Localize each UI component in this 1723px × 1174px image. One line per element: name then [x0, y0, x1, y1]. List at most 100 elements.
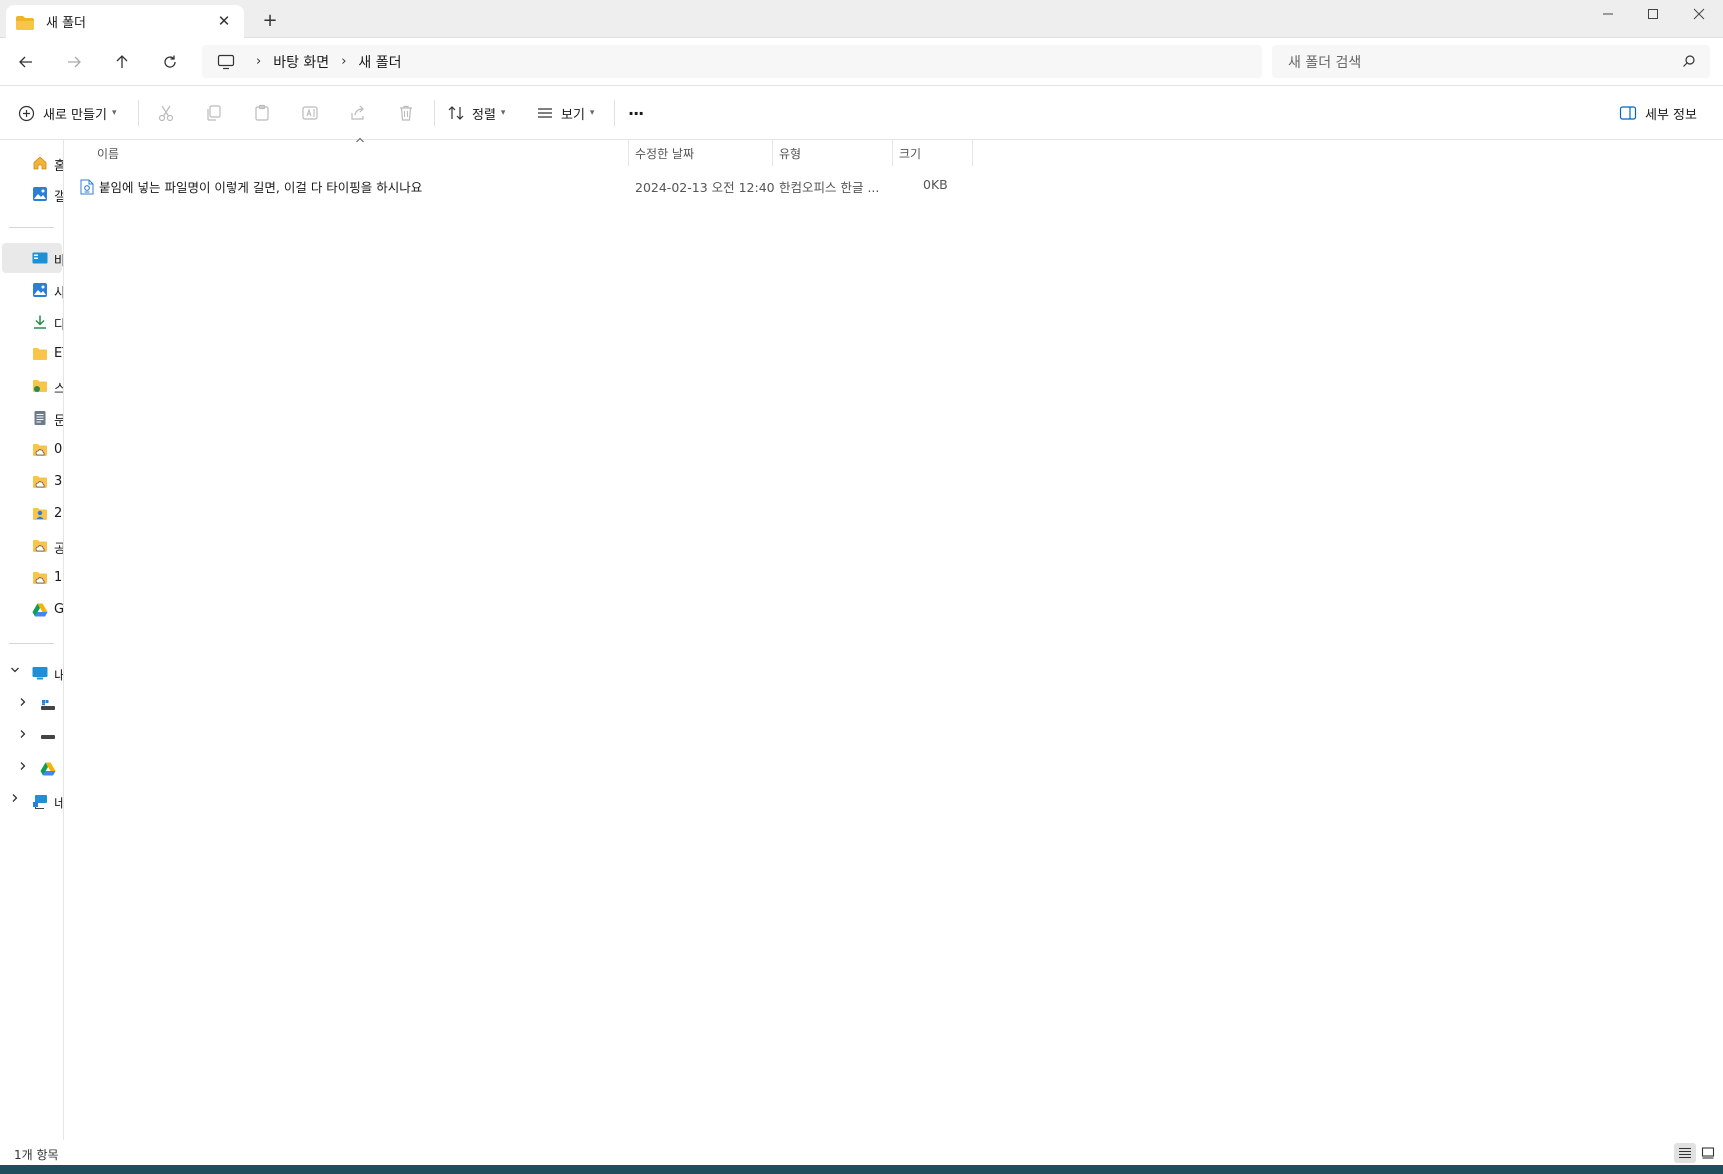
trash-icon [400, 105, 412, 121]
google-drive-icon [32, 602, 48, 618]
chevron-down-icon[interactable] [10, 665, 20, 678]
toolbar-divider [138, 100, 139, 126]
sidebar-item-pictures[interactable]: 사 [2, 275, 63, 305]
paste-button[interactable] [253, 98, 271, 128]
file-name-cell[interactable]: 붙임에 넣는 파일명이 이렇게 길면, 이걸 다 타이핑을 하시나요 [80, 177, 422, 196]
pictures-icon [32, 282, 48, 298]
breadcrumb-separator[interactable]: › [341, 54, 346, 69]
desktop-icon [32, 250, 48, 266]
sidebar-item-google-drive-pc[interactable] [2, 754, 62, 784]
sort-icon [448, 106, 464, 120]
network-icon [32, 793, 48, 809]
address-row: › 바탕 화면 › 새 폴더 새 폴더 검색 [0, 38, 1723, 86]
drive-d-icon [40, 729, 56, 745]
column-header-type[interactable]: 유형 [779, 140, 889, 166]
view-button[interactable]: 보기 ▾ [536, 98, 594, 128]
refresh-button[interactable] [154, 46, 186, 78]
more-options-button[interactable]: ··· [628, 98, 644, 128]
refresh-icon [164, 55, 176, 68]
chevron-down-icon: ▾ [111, 108, 117, 118]
new-button-label: 새로 만들기 [43, 107, 107, 123]
breadcrumb-new-folder[interactable]: 새 폴더 [358, 52, 401, 72]
chevron-right-icon[interactable] [10, 793, 20, 806]
share-button[interactable] [349, 98, 367, 128]
sidebar-item-this-pc[interactable]: 내 [2, 658, 63, 688]
cloud-folder-icon [32, 474, 48, 490]
sidebar-item-cloud-gong[interactable]: 공 [2, 531, 63, 561]
close-window-button[interactable] [1676, 0, 1722, 28]
sidebar-item-folder-et[interactable]: ET [2, 339, 63, 369]
navigation-pane: 홈 갤 바 사 다 ET 스 문 [0, 140, 64, 1165]
view-label: 보기 [561, 107, 585, 123]
column-header-size[interactable]: 크기 [899, 140, 964, 166]
column-header-name[interactable]: 이름 [97, 140, 627, 166]
column-divider[interactable] [972, 140, 973, 166]
downloads-icon [32, 314, 48, 330]
search-input[interactable]: 새 폴더 검색 [1272, 45, 1710, 78]
close-tab-button[interactable]: ✕ [214, 11, 234, 31]
up-button[interactable] [106, 46, 138, 78]
home-icon [32, 155, 48, 171]
search-icon[interactable] [1682, 54, 1696, 72]
sidebar-item-shared[interactable]: 스 [2, 371, 63, 401]
column-divider[interactable] [772, 140, 773, 166]
cloud-folder-icon [32, 570, 48, 586]
new-tab-button[interactable]: + [259, 10, 281, 32]
sidebar-item-desktop[interactable]: 바 [2, 243, 63, 273]
table-row[interactable]: 붙임에 넣는 파일명이 이렇게 길면, 이걸 다 타이핑을 하시나요 2024-… [80, 173, 980, 197]
back-button[interactable] [10, 46, 42, 78]
sidebar-item-user-20[interactable]: 20 [2, 499, 63, 529]
command-bar: 새로 만들기 ▾ 정렬 ▾ 보기 ▾ ··· 세부 정보 [0, 86, 1723, 140]
sidebar-item-gallery[interactable]: 갤 [2, 179, 63, 209]
large-icons-view-icon [1701, 1147, 1715, 1159]
address-bar[interactable]: › 바탕 화면 › 새 폴더 [202, 45, 1262, 78]
column-header-date[interactable]: 수정한 날짜 [635, 140, 765, 166]
cloud-folder-icon [32, 442, 48, 458]
new-button[interactable]: 새로 만들기 ▾ [18, 98, 116, 128]
title-bar: 새 폴더 ✕ + [0, 0, 1723, 38]
arrow-up-icon [116, 55, 128, 68]
sidebar-item-network[interactable]: 네 [2, 786, 63, 816]
details-pane-button[interactable]: 세부 정보 [1619, 98, 1697, 128]
file-type: 한컴오피스 한글 ... [779, 180, 880, 195]
item-count: 1개 항목 [14, 1148, 59, 1162]
chevron-right-icon[interactable] [18, 697, 28, 710]
details-view-icon [1679, 1147, 1691, 1159]
sidebar-item-drive-c[interactable] [2, 690, 62, 720]
breadcrumb-separator[interactable]: › [256, 54, 261, 69]
column-divider[interactable] [892, 140, 893, 166]
sidebar-item-google-drive[interactable]: G [2, 595, 63, 625]
forward-button[interactable] [58, 46, 90, 78]
sidebar-divider [9, 643, 54, 644]
chevron-right-icon[interactable] [18, 729, 28, 742]
sidebar-item-drive-d[interactable] [2, 722, 62, 752]
delete-button[interactable] [397, 98, 415, 128]
rename-button[interactable] [301, 98, 319, 128]
column-divider[interactable] [628, 140, 629, 166]
sidebar-item-cloud-1[interactable]: 1. [2, 563, 63, 593]
file-explorer-window: 새 폴더 ✕ + › 바탕 화면 › 새 폴더 새 폴더 검색 새로 만들기 ▾… [0, 0, 1723, 1174]
sidebar-item-home[interactable]: 홈 [2, 148, 63, 178]
sidebar-item-documents[interactable]: 문 [2, 403, 63, 433]
chevron-down-icon: ▾ [500, 108, 506, 118]
toolbar-divider [614, 100, 615, 126]
sort-label: 정렬 [472, 107, 496, 123]
sidebar-item-cloud-0[interactable]: 0. [2, 435, 63, 465]
maximize-button[interactable] [1630, 0, 1676, 28]
large-icons-view-button[interactable] [1697, 1143, 1719, 1163]
plus-circle-icon [18, 105, 35, 121]
chevron-right-icon[interactable] [18, 761, 28, 774]
gallery-icon [32, 186, 48, 202]
tab-new-folder[interactable]: 새 폴더 ✕ [6, 5, 244, 38]
details-view-button[interactable] [1674, 1143, 1696, 1163]
breadcrumb-desktop[interactable]: 바탕 화면 [273, 52, 329, 72]
cut-button[interactable] [157, 98, 175, 128]
sidebar-item-cloud-3[interactable]: 3. [2, 467, 63, 497]
cloud-folder-icon [32, 538, 48, 554]
tab-title: 새 폴더 [46, 16, 87, 31]
sort-button[interactable]: 정렬 ▾ [447, 98, 505, 128]
minimize-button[interactable] [1585, 0, 1631, 28]
copy-button[interactable] [205, 98, 223, 128]
sidebar-item-downloads[interactable]: 다 [2, 307, 63, 337]
clipboard-icon [255, 104, 269, 121]
